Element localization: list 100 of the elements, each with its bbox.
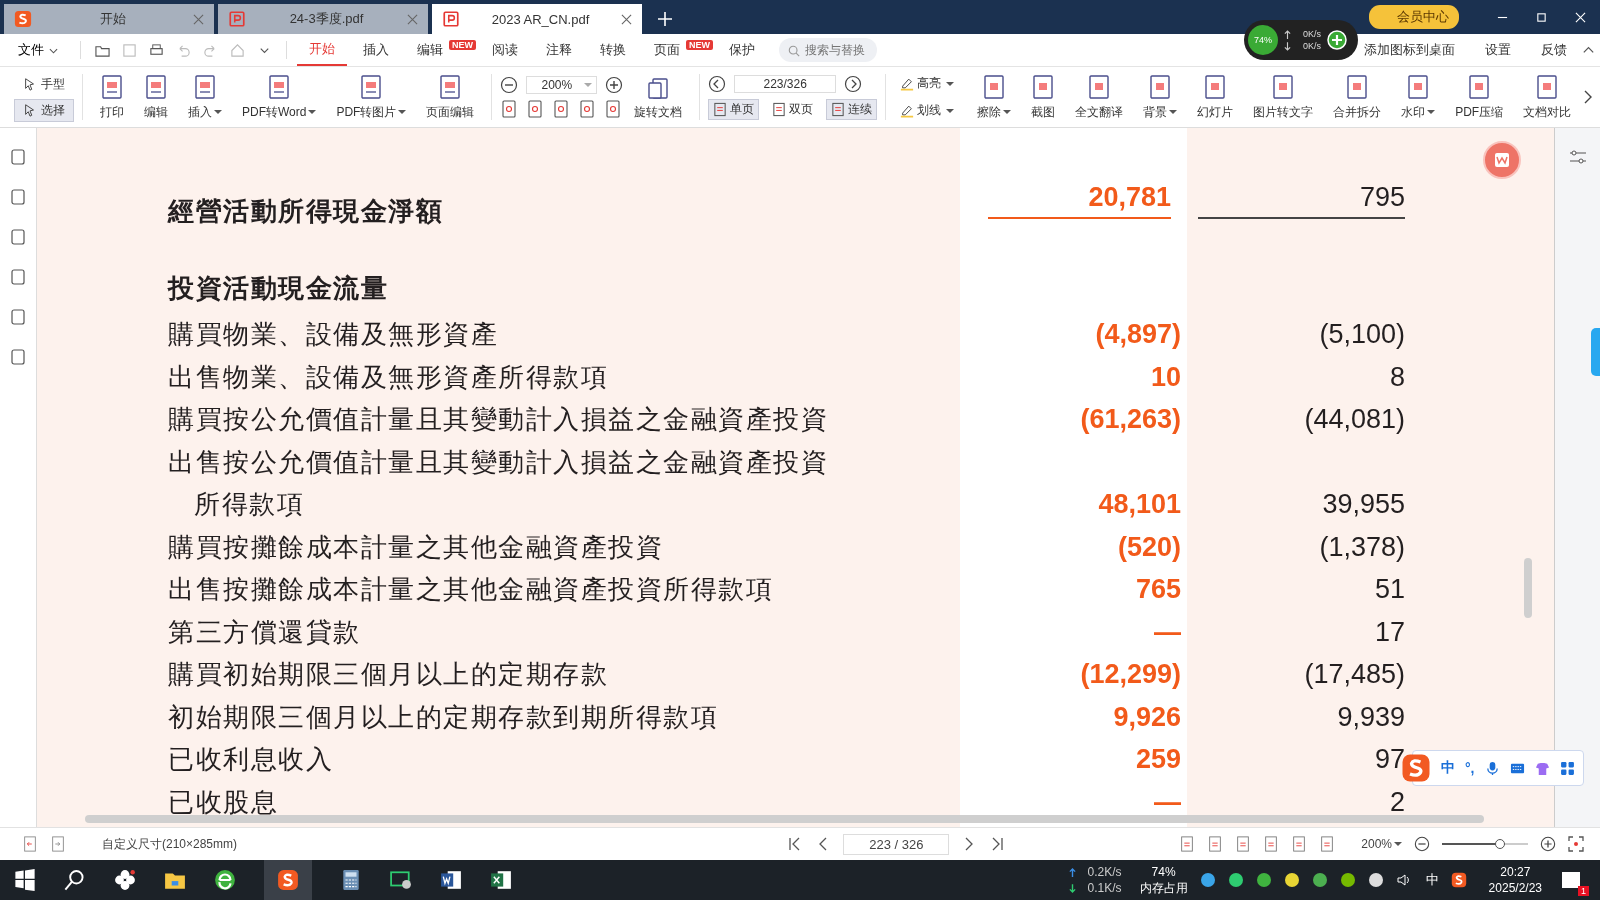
mode-button[interactable]: 选择 bbox=[14, 98, 74, 122]
input-language[interactable]: 中 bbox=[1425, 871, 1439, 889]
view-mode-icon[interactable] bbox=[1263, 836, 1280, 852]
page-field[interactable]: 223 / 326 bbox=[843, 833, 950, 855]
sidebar-icon[interactable] bbox=[9, 148, 27, 166]
tray-icon[interactable] bbox=[1339, 872, 1356, 888]
zoom-in-icon[interactable] bbox=[605, 76, 624, 94]
sidebar-icon[interactable] bbox=[9, 308, 27, 326]
tool-button[interactable]: 图片转文字 bbox=[1244, 71, 1323, 123]
tray-icon[interactable] bbox=[1199, 872, 1216, 888]
scrollbar-thumb[interactable] bbox=[1524, 558, 1532, 618]
annotate-button[interactable]: 划线 bbox=[894, 101, 961, 120]
search-field[interactable]: 搜索与替换 bbox=[779, 38, 877, 62]
tool-button[interactable]: 页面编辑 bbox=[417, 71, 484, 123]
tray-icon[interactable] bbox=[1311, 872, 1328, 888]
zoom-slider[interactable] bbox=[1442, 838, 1528, 850]
flower-icon[interactable] bbox=[114, 869, 136, 891]
sidebar-icon[interactable] bbox=[9, 268, 27, 286]
ribbon-tab[interactable]: 保护 bbox=[717, 35, 767, 65]
vip-button[interactable]: 会员中心 bbox=[1369, 5, 1459, 29]
windows-start-icon[interactable] bbox=[14, 869, 36, 891]
view-tool-icon[interactable] bbox=[552, 100, 571, 118]
convert-button[interactable] bbox=[1482, 140, 1522, 180]
tool-button[interactable]: 插入 bbox=[179, 71, 231, 123]
zoom-in-icon[interactable] bbox=[1540, 836, 1556, 852]
plus-icon[interactable] bbox=[658, 12, 672, 26]
chat-window-icon[interactable] bbox=[390, 869, 412, 891]
zoom-out-icon[interactable] bbox=[500, 76, 519, 94]
document-tab[interactable]: 开始 bbox=[4, 4, 214, 34]
tray-icon[interactable] bbox=[1255, 872, 1272, 888]
shirt-icon[interactable] bbox=[1534, 760, 1550, 776]
sidebar-icon[interactable] bbox=[9, 188, 27, 206]
mode-button[interactable]: 手型 bbox=[14, 72, 74, 96]
next-page-icon[interactable] bbox=[844, 74, 863, 93]
view-button[interactable]: 单页 bbox=[708, 98, 760, 120]
sliders-icon[interactable] bbox=[1569, 150, 1587, 164]
tool-button[interactable]: 打印 bbox=[91, 71, 133, 123]
tool-button[interactable]: 文档对比 bbox=[1514, 71, 1581, 123]
volume-icon[interactable] bbox=[1395, 872, 1412, 888]
menu-link[interactable]: 反馈 bbox=[1535, 40, 1573, 60]
view-mode-icon[interactable] bbox=[1207, 836, 1224, 852]
menu-link[interactable]: 添加图标到桌面 bbox=[1358, 40, 1461, 60]
logo-icon[interactable] bbox=[264, 860, 312, 900]
scrollbar-thumb[interactable] bbox=[85, 815, 1484, 823]
ribbon-tab[interactable]: 插入 bbox=[351, 35, 401, 65]
word-icon[interactable] bbox=[440, 869, 462, 891]
document-tab[interactable]: 24-3季度.pdf bbox=[218, 4, 428, 34]
menu-link[interactable]: 设置 bbox=[1479, 40, 1517, 60]
view-mode-icon[interactable] bbox=[1291, 836, 1308, 852]
plus-icon[interactable] bbox=[1327, 30, 1347, 50]
view-tool-icon[interactable] bbox=[578, 100, 597, 118]
tool-button[interactable]: PDF转图片 bbox=[327, 71, 416, 123]
view-button[interactable]: 连续 bbox=[826, 98, 878, 120]
document-tab[interactable]: 2023 AR_CN.pdf bbox=[432, 4, 642, 34]
tray-icon[interactable] bbox=[1367, 872, 1384, 888]
document-icon[interactable] bbox=[22, 836, 38, 852]
file-menu[interactable]: 文件 bbox=[12, 40, 64, 60]
zoom-dropdown[interactable]: 200% bbox=[1361, 837, 1402, 851]
browser-icon[interactable] bbox=[214, 869, 236, 891]
ribbon-tab[interactable]: 注释 bbox=[534, 35, 584, 65]
view-button[interactable]: 双页 bbox=[767, 98, 819, 120]
slider-thumb[interactable] bbox=[1495, 839, 1506, 849]
tool-button[interactable]: 水印 bbox=[1392, 71, 1445, 123]
zoom-dropdown[interactable]: 200% bbox=[526, 76, 598, 94]
input-mode[interactable]: 中 bbox=[1441, 759, 1455, 777]
ribbon-tab[interactable]: 阅读 bbox=[480, 35, 530, 65]
tool-button[interactable]: PDF压缩 bbox=[1446, 71, 1513, 123]
tool-button[interactable]: 合并拆分 bbox=[1324, 71, 1391, 123]
view-tool-icon[interactable] bbox=[500, 100, 519, 118]
logo-icon[interactable] bbox=[1450, 872, 1467, 888]
tool-button[interactable]: PDF转Word bbox=[233, 71, 326, 123]
annotate-button[interactable]: 高亮 bbox=[894, 74, 961, 93]
excel-icon[interactable] bbox=[490, 869, 512, 891]
sidebar-icon[interactable] bbox=[9, 228, 27, 246]
document-icon[interactable] bbox=[50, 836, 66, 852]
ribbon-tab[interactable]: 转换 bbox=[588, 35, 638, 65]
page-field[interactable]: 223/326 bbox=[734, 74, 837, 93]
scrollbar-thumb[interactable] bbox=[1591, 328, 1600, 376]
ribbon-tab[interactable]: 开始 bbox=[297, 34, 347, 66]
view-mode-icon[interactable] bbox=[1179, 836, 1196, 852]
tool-button[interactable]: 擦除 bbox=[968, 71, 1021, 123]
tray-icon[interactable] bbox=[1227, 872, 1244, 888]
tool-button[interactable]: 全文翻译 bbox=[1066, 71, 1133, 123]
view-mode-icon[interactable] bbox=[1319, 836, 1336, 852]
sidebar-icon[interactable] bbox=[9, 348, 27, 366]
search-icon[interactable] bbox=[64, 869, 86, 891]
punctuation-mode[interactable]: °, bbox=[1465, 760, 1475, 776]
view-tool-icon[interactable] bbox=[604, 100, 623, 118]
fullscreen-icon[interactable] bbox=[1568, 836, 1584, 852]
view-mode-icon[interactable] bbox=[1235, 836, 1252, 852]
grid-icon[interactable] bbox=[1559, 760, 1575, 776]
tool-button[interactable]: 背景 bbox=[1134, 71, 1187, 123]
maximize-icon[interactable] bbox=[1536, 11, 1547, 23]
view-tool-icon[interactable] bbox=[526, 100, 545, 118]
microphone-icon[interactable] bbox=[1484, 760, 1500, 776]
printer-icon[interactable] bbox=[149, 42, 164, 58]
previous-page-icon[interactable] bbox=[708, 74, 727, 93]
tool-button[interactable]: 旋转文档 bbox=[625, 71, 692, 123]
tool-button[interactable]: 截图 bbox=[1022, 71, 1065, 123]
calculator-icon[interactable] bbox=[340, 869, 362, 891]
